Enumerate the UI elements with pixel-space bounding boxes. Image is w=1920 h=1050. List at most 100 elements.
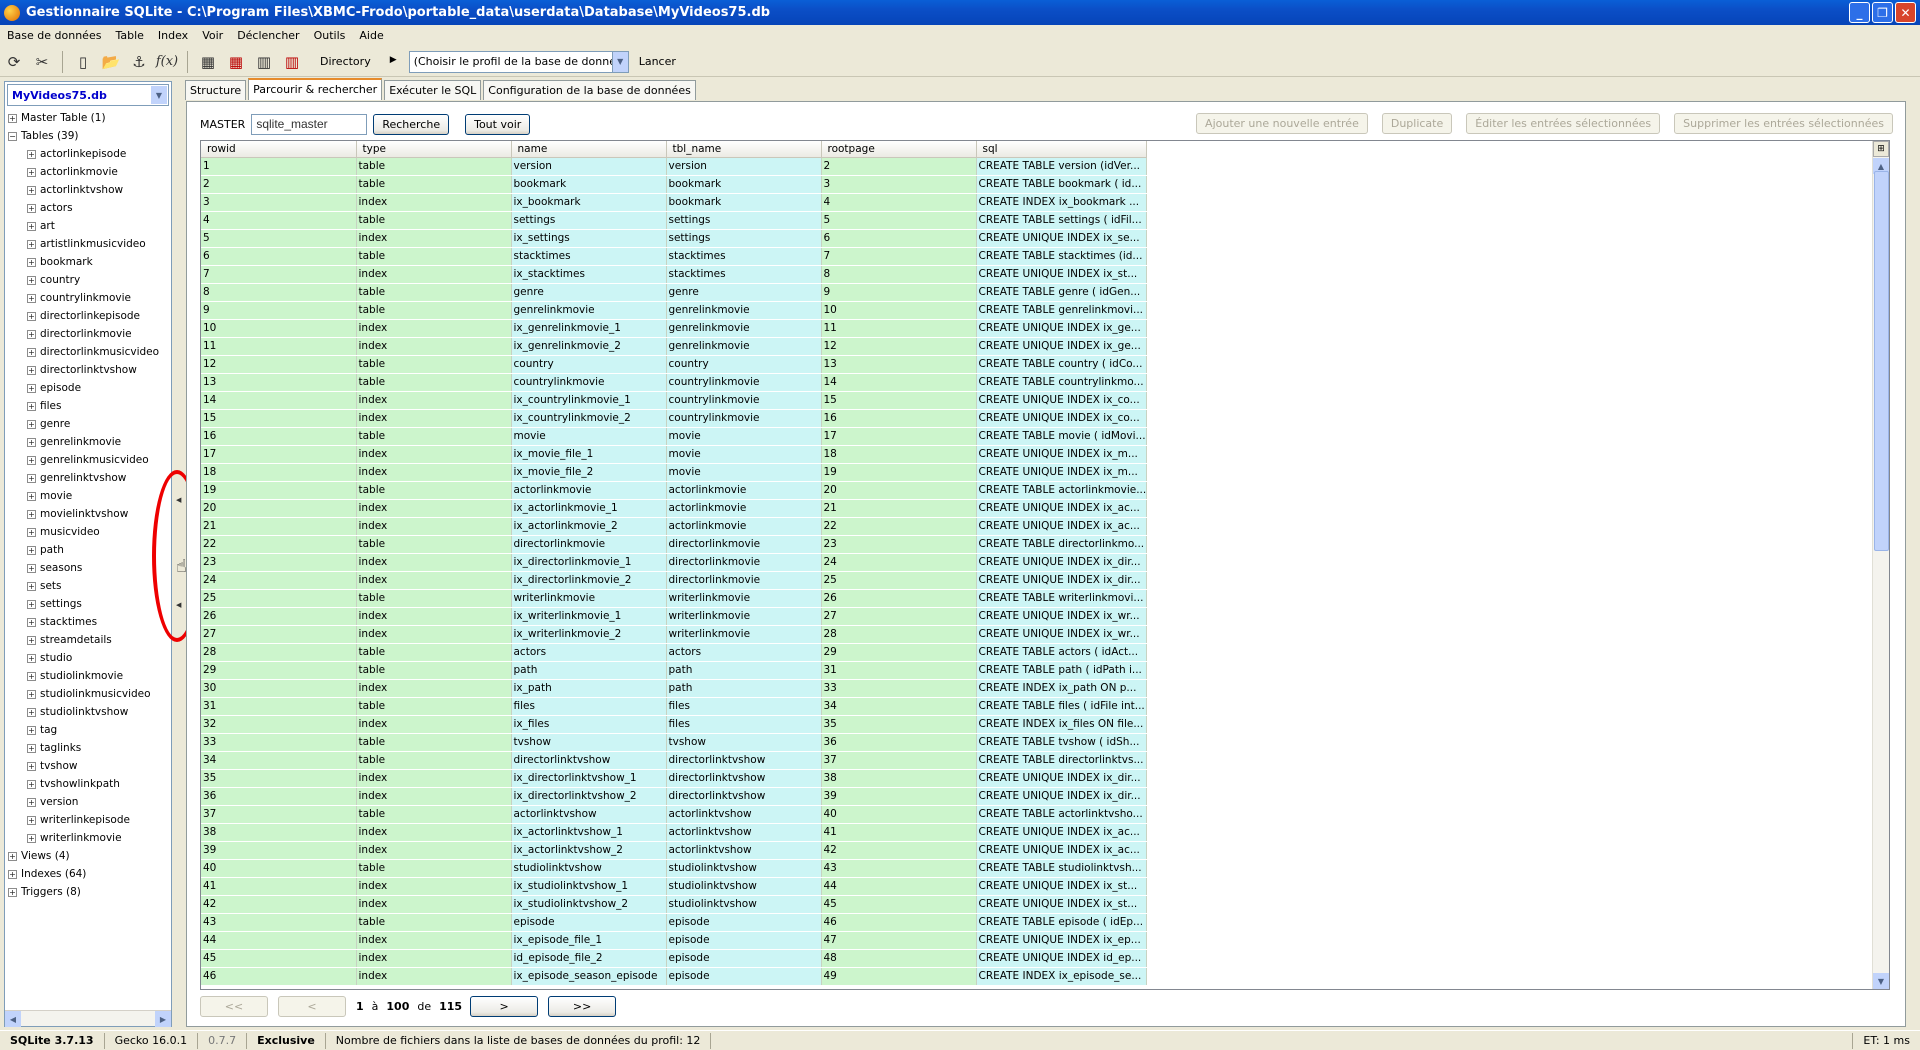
table-cell[interactable]: index [356,265,512,284]
table-cell[interactable]: 21 [201,517,357,536]
table-cell[interactable]: CREATE TABLE movie ( idMovi... [976,427,1148,446]
table-cell[interactable]: directorlinkmovie [666,553,822,572]
table-cell[interactable]: ix_bookmark [511,193,667,212]
table-cell[interactable]: index [356,931,512,950]
table-cell[interactable]: 9 [821,283,977,302]
table-cell[interactable]: CREATE UNIQUE INDEX ix_dir... [976,571,1148,590]
table-cell[interactable]: 43 [201,913,357,932]
table-cell[interactable]: CREATE TABLE actors ( idAct... [976,643,1148,662]
tree-table-item[interactable]: + writerlinkmovie [5,829,171,847]
tree-table-item[interactable]: + genrelinkmusicvideo [5,451,171,469]
table-cell[interactable]: directorlinktvshow [666,751,822,770]
table-row[interactable]: 23 index ix_directorlinkmovie_1 directorlin… [201,553,1148,572]
expand-icon[interactable]: + [27,167,36,177]
tree-table-item[interactable]: + country [5,271,171,289]
table-cell[interactable]: writerlinkmovie [666,589,822,608]
table-cell[interactable]: countrylinkmovie [666,391,822,410]
table-row[interactable]: 42 index ix_studiolinktvshow_2 studiolinktv… [201,895,1148,914]
table-cell[interactable]: 30 [201,679,357,698]
table-cell[interactable]: ix_actorlinktvshow_2 [511,841,667,860]
tree-tables[interactable]: − Tables (39) [5,127,171,145]
table-cell[interactable]: 17 [821,427,977,446]
table-cell[interactable]: table [356,733,512,752]
table-cell[interactable]: writerlinkmovie [666,607,822,626]
table-cell[interactable]: 9 [201,301,357,320]
tree-table-item[interactable]: + directorlinktvshow [5,361,171,379]
table-cell[interactable]: 7 [201,265,357,284]
table-cell[interactable]: 4 [821,193,977,212]
expand-icon[interactable]: + [27,599,36,609]
expand-icon[interactable]: + [27,419,36,429]
table-cell[interactable]: table [356,373,512,392]
table-row[interactable]: 6 table stacktimes stacktimes 7 CREATE TABLE … [201,247,1148,266]
table-cell[interactable]: 44 [201,931,357,950]
table-row[interactable]: 20 index ix_actorlinkmovie_1 actorlinkmovie… [201,499,1148,518]
tree-table-item[interactable]: + artistlinkmusicvideo [5,235,171,253]
menu-table[interactable]: Table [108,29,150,42]
table-row[interactable]: 31 table files files 34 CREATE TABLE files ( … [201,697,1148,716]
table-cell[interactable]: CREATE TABLE writerlinkmovi... [976,589,1148,608]
table-cell[interactable]: index [356,391,512,410]
table-cell[interactable]: table [356,157,512,176]
table-cell[interactable]: 14 [201,391,357,410]
expand-icon[interactable]: + [27,563,36,573]
table-cell[interactable]: CREATE UNIQUE INDEX ix_st... [976,265,1148,284]
table-cell[interactable]: 39 [821,787,977,806]
tree-table-item[interactable]: + actors [5,199,171,217]
table-cell[interactable]: CREATE INDEX ix_bookmark ... [976,193,1148,212]
table-cell[interactable]: 46 [821,913,977,932]
create-table-icon[interactable]: ▦ [196,50,220,74]
table-row[interactable]: 46 index ix_episode_season_episode episode 4… [201,967,1148,986]
table-row[interactable]: 14 index ix_countrylinkmovie_1 countrylinkm… [201,391,1148,410]
table-cell[interactable]: countrylinkmovie [666,409,822,428]
table-cell[interactable]: 5 [821,211,977,230]
table-cell[interactable]: genre [511,283,667,302]
table-cell[interactable]: actorlinkmovie [666,517,822,536]
tree-table-item[interactable]: + episode [5,379,171,397]
table-cell[interactable]: CREATE UNIQUE INDEX ix_ep... [976,931,1148,950]
table-cell[interactable]: 3 [201,193,357,212]
table-cell[interactable]: 11 [201,337,357,356]
expand-icon[interactable]: + [27,833,36,843]
tree-triggers[interactable]: + Triggers (8) [5,883,171,901]
tree-table-item[interactable]: + version [5,793,171,811]
table-row[interactable]: 13 table countrylinkmovie countrylinkmovie 1… [201,373,1148,392]
table-cell[interactable]: 38 [821,769,977,788]
tree-table-item[interactable]: + studio [5,649,171,667]
table-cell[interactable]: 18 [821,445,977,464]
table-row[interactable]: 16 table movie movie 17 CREATE TABLE movie ( … [201,427,1148,446]
expand-icon[interactable]: + [27,185,36,195]
table-cell[interactable]: CREATE UNIQUE INDEX ix_ac... [976,499,1148,518]
table-cell[interactable]: countrylinkmovie [666,373,822,392]
table-cell[interactable]: 28 [821,625,977,644]
table-row[interactable]: 24 index ix_directorlinkmovie_2 directorlin… [201,571,1148,590]
tree-table-item[interactable]: + stacktimes [5,613,171,631]
expand-icon[interactable]: + [27,635,36,645]
connect-icon[interactable]: ⚓ [127,50,151,74]
table-cell[interactable]: table [356,481,512,500]
table-cell[interactable]: actorlinktvshow [666,841,822,860]
expand-icon[interactable]: + [27,581,36,591]
table-cell[interactable]: actorlinkmovie [666,481,822,500]
table-cell[interactable]: ix_actorlinkmovie_1 [511,499,667,518]
edit-selected-button[interactable]: Éditer les entrées sélectionnées [1466,113,1661,134]
menu-help[interactable]: Aide [352,29,390,42]
table-cell[interactable]: path [666,661,822,680]
tree-table-item[interactable]: + seasons [5,559,171,577]
tree-table-item[interactable]: + files [5,397,171,415]
table-cell[interactable]: 33 [821,679,977,698]
add-entry-button[interactable]: Ajouter une nouvelle entrée [1196,113,1368,134]
table-cell[interactable]: 43 [821,859,977,878]
table-cell[interactable]: 24 [821,553,977,572]
table-cell[interactable]: stacktimes [666,247,822,266]
table-cell[interactable]: ix_writerlinkmovie_1 [511,607,667,626]
table-cell[interactable]: tvshow [666,733,822,752]
open-db-icon[interactable]: 📂 [99,50,123,74]
table-row[interactable]: 3 index ix_bookmark bookmark 4 CREATE INDEX i… [201,193,1148,212]
table-cell[interactable]: table [356,697,512,716]
table-cell[interactable]: table [356,247,512,266]
table-cell[interactable]: movie [666,463,822,482]
table-cell[interactable]: CREATE TABLE directorlinktvs... [976,751,1148,770]
table-cell[interactable]: settings [666,229,822,248]
table-row[interactable]: 4 table settings settings 5 CREATE TABLE sett… [201,211,1148,230]
